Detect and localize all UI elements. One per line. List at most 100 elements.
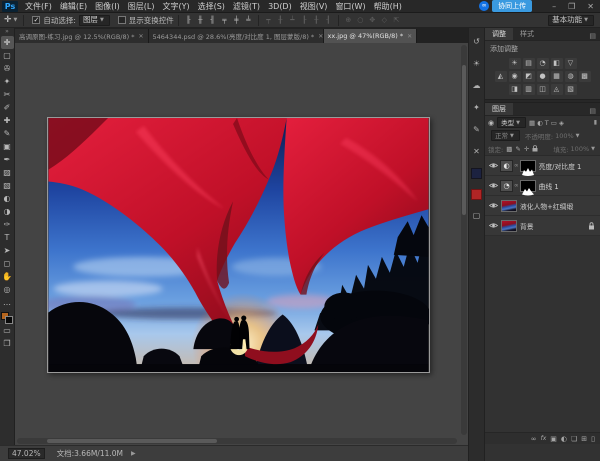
- layer-name[interactable]: 背景: [520, 221, 588, 231]
- document-image[interactable]: [47, 117, 430, 373]
- status-menu-arrow-icon[interactable]: ▶: [131, 450, 136, 457]
- close-button[interactable]: ✕: [581, 2, 600, 11]
- align-middle-icon[interactable]: ╪: [231, 16, 242, 24]
- menu-select[interactable]: 选择(S): [194, 0, 229, 13]
- menu-image[interactable]: 图像(I): [91, 0, 124, 13]
- 3d-rotate-icon[interactable]: ⊕: [343, 16, 354, 24]
- lock-position-icon[interactable]: ✛: [524, 145, 529, 153]
- menu-3d[interactable]: 3D(D): [264, 0, 296, 13]
- new-adjustment-icon[interactable]: ◐: [561, 433, 567, 445]
- lock-all-icon[interactable]: [532, 145, 538, 152]
- menu-type[interactable]: 文字(Y): [158, 0, 193, 13]
- minimize-button[interactable]: –: [546, 2, 562, 11]
- menu-layer[interactable]: 图层(L): [124, 0, 159, 13]
- visibility-eye-icon[interactable]: [487, 202, 499, 209]
- 3d-slide-icon[interactable]: ◇: [379, 16, 390, 24]
- color-lookup-icon[interactable]: ◍: [565, 71, 577, 82]
- horizontal-scrollbar-thumb[interactable]: [47, 439, 217, 443]
- layer-image-thumbnail[interactable]: [501, 200, 517, 212]
- lasso-tool[interactable]: ✇: [1, 62, 14, 75]
- visibility-eye-icon[interactable]: [487, 162, 499, 169]
- tab-close-icon[interactable]: ✕: [407, 33, 412, 40]
- shape-tool[interactable]: ◻: [1, 257, 14, 270]
- tab-close-icon[interactable]: ✕: [138, 33, 143, 40]
- exposure-icon[interactable]: ◧: [551, 58, 563, 69]
- layer-mask-thumbnail[interactable]: [520, 160, 536, 172]
- layer-name[interactable]: 亮度/对比度 1: [539, 161, 598, 171]
- quick-mask-button[interactable]: ▭: [1, 324, 14, 337]
- show-transform-checkbox[interactable]: [118, 16, 126, 24]
- type-tool[interactable]: T: [1, 231, 14, 244]
- creative-cloud-icon[interactable]: ∞: [479, 1, 489, 11]
- canvas-area[interactable]: [15, 43, 468, 445]
- menu-filter[interactable]: 滤镜(T): [229, 0, 264, 13]
- distribute-right-icon[interactable]: ┨: [323, 16, 334, 24]
- hue-saturation-icon[interactable]: ◭: [495, 71, 507, 82]
- delete-layer-icon[interactable]: ▯: [591, 433, 595, 445]
- layer-effects-icon[interactable]: fx: [541, 433, 547, 445]
- vertical-scrollbar-thumb[interactable]: [462, 65, 466, 215]
- layer-mask-thumbnail[interactable]: [520, 180, 536, 192]
- align-right-icon[interactable]: ╢: [207, 16, 218, 24]
- align-left-icon[interactable]: ╟: [183, 16, 194, 24]
- path-select-tool[interactable]: ➤: [1, 244, 14, 257]
- layer-image-thumbnail[interactable]: [501, 220, 517, 232]
- gradient-map-icon[interactable]: ◫: [537, 84, 549, 95]
- adjustment-layer-thumbnail[interactable]: ◐: [500, 160, 513, 172]
- marquee-tool[interactable]: ▢: [1, 49, 14, 62]
- brush-tool[interactable]: ✎: [1, 127, 14, 140]
- auto-select-dropdown[interactable]: 图层▼: [79, 15, 110, 26]
- layers-panel-menu-icon[interactable]: ▤: [589, 107, 600, 115]
- brightness-contrast-icon[interactable]: ☀: [509, 58, 521, 69]
- edit-toolbar-icon[interactable]: …: [1, 296, 14, 309]
- layer-row[interactable]: ◔ ∞ 曲线 1: [485, 176, 600, 196]
- align-center-h-icon[interactable]: ╫: [195, 16, 206, 24]
- visibility-eye-icon[interactable]: [487, 182, 499, 189]
- mask-link-icon[interactable]: ∞: [514, 163, 519, 169]
- layer-row[interactable]: 背景: [485, 216, 600, 236]
- menu-view[interactable]: 视图(V): [296, 0, 332, 13]
- blur-tool[interactable]: ◐: [1, 192, 14, 205]
- tab-adjustments[interactable]: 调整: [485, 28, 513, 40]
- history-panel-icon[interactable]: ↺: [471, 36, 483, 48]
- crop-tool[interactable]: ✂: [1, 88, 14, 101]
- menu-edit[interactable]: 编辑(E): [56, 0, 91, 13]
- toolbar-collapse-icon[interactable]: »: [5, 28, 9, 36]
- layer-name[interactable]: 曲线 1: [539, 181, 598, 191]
- workspace-switcher[interactable]: 基本功能▼: [548, 15, 594, 26]
- auto-select-checkbox[interactable]: [32, 16, 40, 24]
- pen-tool[interactable]: ✑: [1, 218, 14, 231]
- zoom-tool[interactable]: ◎: [1, 283, 14, 296]
- filter-smart-icon[interactable]: ◈: [559, 119, 564, 127]
- menu-window[interactable]: 窗口(W): [331, 0, 369, 13]
- distribute-middle-icon[interactable]: ╂: [275, 16, 286, 24]
- panel-menu-icon[interactable]: ▤: [589, 32, 600, 40]
- mask-link-icon[interactable]: ∞: [514, 183, 519, 189]
- fill-value[interactable]: 100%: [571, 145, 590, 153]
- tool-presets-panel-icon[interactable]: ✕: [471, 146, 483, 158]
- filter-shape-icon[interactable]: ▭: [551, 119, 557, 127]
- healing-brush-tool[interactable]: ✚: [1, 114, 14, 127]
- dodge-tool[interactable]: ◑: [1, 205, 14, 218]
- layer-row[interactable]: ◐ ∞ 亮度/对比度 1: [485, 156, 600, 176]
- libraries-panel-icon[interactable]: ✦: [471, 102, 483, 114]
- layer-name[interactable]: 液化人物+红绸缎: [520, 201, 598, 211]
- vertical-scrollbar[interactable]: [461, 45, 467, 435]
- document-tab[interactable]: 高调原图-练习.jpg @ 12.5%(RGB/8) *✕: [15, 29, 149, 43]
- quick-select-tool[interactable]: ✦: [1, 75, 14, 88]
- styles-thumbnail-icon[interactable]: [471, 168, 482, 179]
- move-tool[interactable]: ✛: [1, 36, 14, 49]
- opacity-value[interactable]: 100%: [555, 132, 574, 140]
- posterize-icon[interactable]: ◨: [509, 84, 521, 95]
- visibility-eye-icon[interactable]: [487, 222, 499, 229]
- document-tab[interactable]: 5464344.psd @ 28.6%(亮度/对比度 1, 图层蒙版/8) *✕: [149, 29, 324, 43]
- new-group-icon[interactable]: ❏: [571, 433, 577, 445]
- tab-close-icon[interactable]: ✕: [318, 33, 323, 40]
- 3d-scale-icon[interactable]: ⇱: [391, 16, 402, 24]
- filter-type-dropdown[interactable]: 类型▼: [497, 117, 526, 128]
- invert-icon[interactable]: ▩: [579, 71, 591, 82]
- gradient-tool[interactable]: ▧: [1, 179, 14, 192]
- filter-pixel-icon[interactable]: ▦: [529, 119, 535, 127]
- levels-icon[interactable]: ▤: [523, 58, 535, 69]
- black-white-icon[interactable]: ◩: [523, 71, 535, 82]
